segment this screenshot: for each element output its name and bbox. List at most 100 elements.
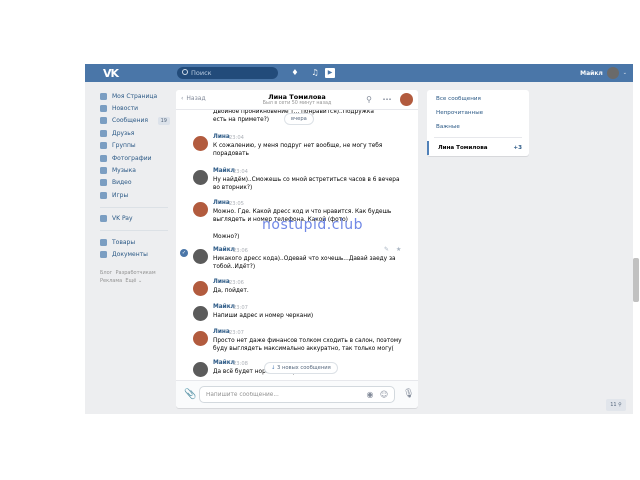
avatar[interactable] — [193, 202, 208, 217]
sidebar-item-label: Друзья — [112, 129, 135, 137]
divider — [100, 229, 168, 231]
chat-window: ‹ Назад Лина Томилова Был в сети 50 мину… — [176, 90, 418, 408]
avatar[interactable] — [193, 281, 208, 296]
sidebar-item-home[interactable]: Моя Страница — [100, 90, 178, 102]
music-icon[interactable]: ♫ — [310, 68, 320, 78]
home-icon — [100, 92, 107, 100]
avatar[interactable] — [193, 136, 208, 151]
message-author[interactable]: Лина — [213, 200, 230, 206]
games-icon — [100, 191, 107, 199]
message-author[interactable]: Майкл — [213, 168, 235, 174]
emoji-icon[interactable]: ☺ — [379, 390, 389, 400]
message-field[interactable]: ◉ ☺ — [199, 386, 395, 403]
message-time[interactable]: 23:05 — [229, 201, 244, 207]
avatar[interactable] — [193, 170, 208, 185]
video-icon — [100, 179, 107, 187]
avatar[interactable] — [193, 249, 208, 264]
online-friends-badge[interactable]: 11 ⚲ — [606, 399, 626, 411]
avatar[interactable] — [193, 306, 208, 321]
message-time[interactable]: 23:06 — [233, 248, 248, 254]
top-bar: VK ♦ ♫ ▶ Майкл ⌄ — [85, 64, 633, 82]
star-icon[interactable]: ★ — [396, 246, 401, 253]
message-text: Напиши адрес и номер черкани) — [213, 313, 314, 319]
message-author[interactable]: Майкл — [213, 304, 235, 310]
filter-all[interactable]: Все сообщения — [427, 92, 529, 106]
sidebar-item-label: Видео — [112, 179, 132, 187]
goods-icon — [100, 238, 107, 246]
selected-check-icon[interactable]: ✓ — [180, 249, 188, 257]
page-scrollbar[interactable] — [633, 258, 639, 302]
left-sidebar: Моя Страница Новости Сообщения 19 Друзья Груп… — [100, 90, 178, 286]
message-text: К сожалению, у меня подруг нет вообще, н… — [213, 143, 383, 158]
compose-bar: 📎 ◉ ☺ 🎙 — [176, 380, 418, 408]
message-author[interactable]: Майкл — [213, 360, 235, 366]
message-text: Можно. Где. Какой дресс код и что нравит… — [213, 209, 392, 240]
contact-avatar[interactable] — [400, 93, 413, 106]
sidebar-footer: Блог Разработчикам Реклама Ещё ⌄ — [100, 269, 178, 286]
sidebar-item-docs[interactable]: Документы — [100, 248, 178, 260]
filter-important[interactable]: Важные — [427, 120, 529, 134]
footer-link-devs[interactable]: Разработчикам — [116, 270, 156, 276]
footer-link-ads[interactable]: Реклама — [100, 278, 122, 284]
divider — [100, 206, 168, 208]
main-nav: Моя Страница Новости Сообщения 19 Друзья Груп… — [100, 90, 178, 202]
message-text: Ну найдём)..Сможешь со мной встретиться … — [213, 177, 400, 192]
sidebar-item-message[interactable]: Сообщения 19 — [100, 115, 178, 127]
sidebar-item-games[interactable]: Игры — [100, 189, 178, 201]
sidebar-item-label: VK Pay — [112, 215, 133, 223]
chevron-down-icon: ⌄ — [622, 70, 627, 76]
message-input[interactable] — [206, 390, 356, 400]
avatar[interactable] — [193, 331, 208, 346]
search-icon[interactable]: ⚲ — [364, 95, 374, 105]
sidebar-item-groups[interactable]: Группы — [100, 140, 178, 152]
message-author[interactable]: Лина — [213, 329, 230, 335]
sidebar-item-vkpay[interactable]: VK Pay — [100, 213, 178, 225]
filter-unread[interactable]: Непрочитанные — [427, 106, 529, 120]
message-author[interactable]: Лина — [213, 134, 230, 140]
avatar[interactable] — [193, 362, 208, 377]
sidebar-item-music[interactable]: Музыка — [100, 164, 178, 176]
sidebar-item-label: Игры — [112, 191, 129, 199]
sidebar-item-label: Новости — [112, 105, 139, 113]
sidebar-item-goods[interactable]: Товары — [100, 236, 178, 248]
sidebar-item-label: Музыка — [112, 167, 136, 175]
search-input[interactable] — [191, 67, 276, 79]
message-text: Да, пойдет. — [213, 288, 249, 294]
pay-nav: VK Pay — [100, 213, 178, 225]
active-conversation[interactable]: Лина Томилова +3 — [427, 141, 529, 155]
footer-link-more[interactable]: Ещё ⌄ — [125, 278, 142, 284]
user-menu[interactable]: Майкл ⌄ — [580, 66, 627, 80]
sidebar-item-label: Товары — [112, 238, 136, 246]
message-icon — [100, 117, 107, 125]
bell-icon[interactable]: ♦ — [290, 68, 300, 78]
footer-link-blog[interactable]: Блог — [100, 270, 112, 276]
message-time[interactable]: 23:06 — [229, 280, 244, 286]
message-time[interactable]: 23:04 — [229, 135, 244, 141]
paperclip-icon[interactable]: 📎 — [184, 389, 196, 401]
more-icon[interactable]: ··· — [382, 95, 392, 105]
photo-icon — [100, 154, 107, 162]
play-icon[interactable]: ▶ — [325, 68, 335, 78]
edit-icon[interactable]: ✎ — [384, 246, 389, 253]
chat-header: ‹ Назад Лина Томилова Был в сети 50 мину… — [176, 90, 418, 110]
message-time[interactable]: 23:08 — [233, 361, 248, 367]
date-pill[interactable]: вчера — [284, 113, 314, 125]
message-author[interactable]: Лина — [213, 279, 230, 285]
unread-count-badge: +3 — [513, 145, 522, 151]
sidebar-item-label: Группы — [112, 142, 136, 150]
sidebar-item-video[interactable]: Видео — [100, 177, 178, 189]
message-time[interactable]: 23:07 — [229, 330, 244, 336]
new-messages-button[interactable]: ↓ 3 новых сообщения — [264, 362, 338, 374]
message-author[interactable]: Майкл — [213, 247, 235, 253]
sidebar-item-news[interactable]: Новости — [100, 102, 178, 114]
search-box[interactable] — [177, 67, 278, 79]
sidebar-item-friends[interactable]: Друзья — [100, 127, 178, 139]
right-filter-panel: Все сообщения Непрочитанные Важные Лина … — [427, 90, 529, 156]
message-time[interactable]: 23:07 — [233, 305, 248, 311]
message-time[interactable]: 23:04 — [233, 169, 248, 175]
camera-icon[interactable]: ◉ — [365, 390, 375, 400]
sidebar-item-photo[interactable]: Фотографии — [100, 152, 178, 164]
microphone-icon[interactable]: 🎙 — [403, 389, 414, 401]
message-text: Никакого дресс кода)..Одевай что хочешь.… — [213, 256, 396, 271]
vk-logo[interactable]: VK — [103, 67, 123, 80]
